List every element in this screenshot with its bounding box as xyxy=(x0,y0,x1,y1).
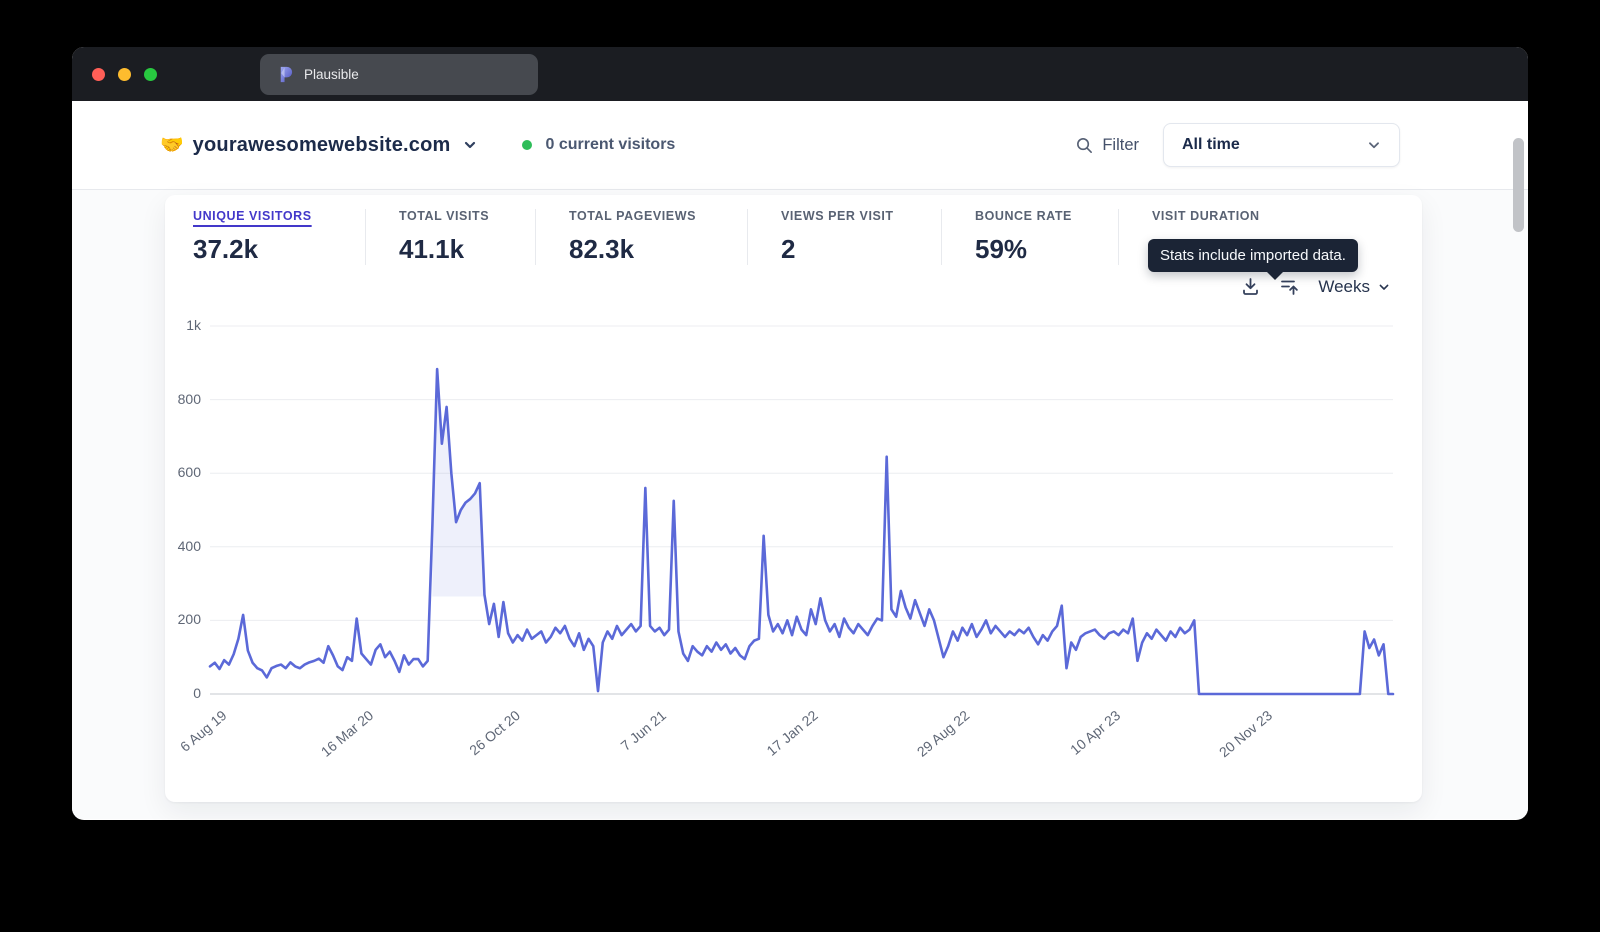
x-axis-label: 29 Aug 22 xyxy=(914,707,973,760)
chevron-down-icon xyxy=(460,135,480,155)
site-name: yourawesomewebsite.com xyxy=(193,134,451,157)
dashboard-main: UNIQUE VISITORS37.2kTOTAL VISITS41.1kTOT… xyxy=(72,190,1528,819)
y-axis-label: 800 xyxy=(165,391,201,407)
browser-tab[interactable]: Plausible xyxy=(260,54,538,95)
y-axis-label: 0 xyxy=(165,685,201,701)
x-axis-label: 20 Nov 23 xyxy=(1216,707,1275,760)
filter-label: Filter xyxy=(1102,136,1139,155)
close-window-button[interactable] xyxy=(92,68,105,81)
x-axis-label: 6 Aug 19 xyxy=(177,707,230,755)
visitors-line-plot xyxy=(210,326,1393,694)
y-axis-label: 1k xyxy=(165,317,201,333)
site-switcher[interactable]: 🤝 yourawesomewebsite.com xyxy=(160,134,480,157)
y-axis-label: 400 xyxy=(165,538,201,554)
x-axis-label: 17 Jan 22 xyxy=(763,707,820,759)
live-dot-icon xyxy=(522,140,532,150)
y-axis-label: 200 xyxy=(165,611,201,627)
x-axis-label: 26 Oct 20 xyxy=(466,707,523,758)
traffic-lights xyxy=(92,68,157,81)
imported-data-tooltip: Stats include imported data. xyxy=(1148,239,1358,272)
x-axis-label: 16 Mar 20 xyxy=(317,707,376,760)
tab-title: Plausible xyxy=(304,67,359,82)
zoom-window-button[interactable] xyxy=(144,68,157,81)
chevron-down-icon xyxy=(1365,136,1383,154)
graph-card: UNIQUE VISITORS37.2kTOTAL VISITS41.1kTOT… xyxy=(165,195,1422,802)
date-range-dropdown[interactable]: All time xyxy=(1163,123,1400,167)
search-icon xyxy=(1075,136,1094,155)
site-favicon: 🤝 xyxy=(160,136,184,155)
plausible-logo-icon xyxy=(276,65,295,84)
x-axis-label: 7 Jun 21 xyxy=(618,707,669,754)
visitors-chart: 1k 800 600 400 200 0 6 Aug 19 16 Mar 20 26 Oct 2… xyxy=(165,195,1422,802)
scrollbar-thumb[interactable] xyxy=(1513,138,1524,232)
current-visitors-label: 0 current visitors xyxy=(546,136,676,154)
minimize-window-button[interactable] xyxy=(118,68,131,81)
filter-button[interactable]: Filter xyxy=(1075,136,1139,155)
dashboard-header: 🤝 yourawesomewebsite.com 0 current visit… xyxy=(72,101,1528,190)
x-axis-label: 10 Apr 23 xyxy=(1067,707,1123,758)
y-axis-label: 600 xyxy=(165,464,201,480)
browser-chrome: Plausible xyxy=(72,47,1528,101)
current-visitors[interactable]: 0 current visitors xyxy=(522,136,676,154)
date-range-value: All time xyxy=(1182,136,1240,154)
browser-window: Plausible 🤝 yourawesomewebsite.com 0 cur… xyxy=(72,47,1528,820)
